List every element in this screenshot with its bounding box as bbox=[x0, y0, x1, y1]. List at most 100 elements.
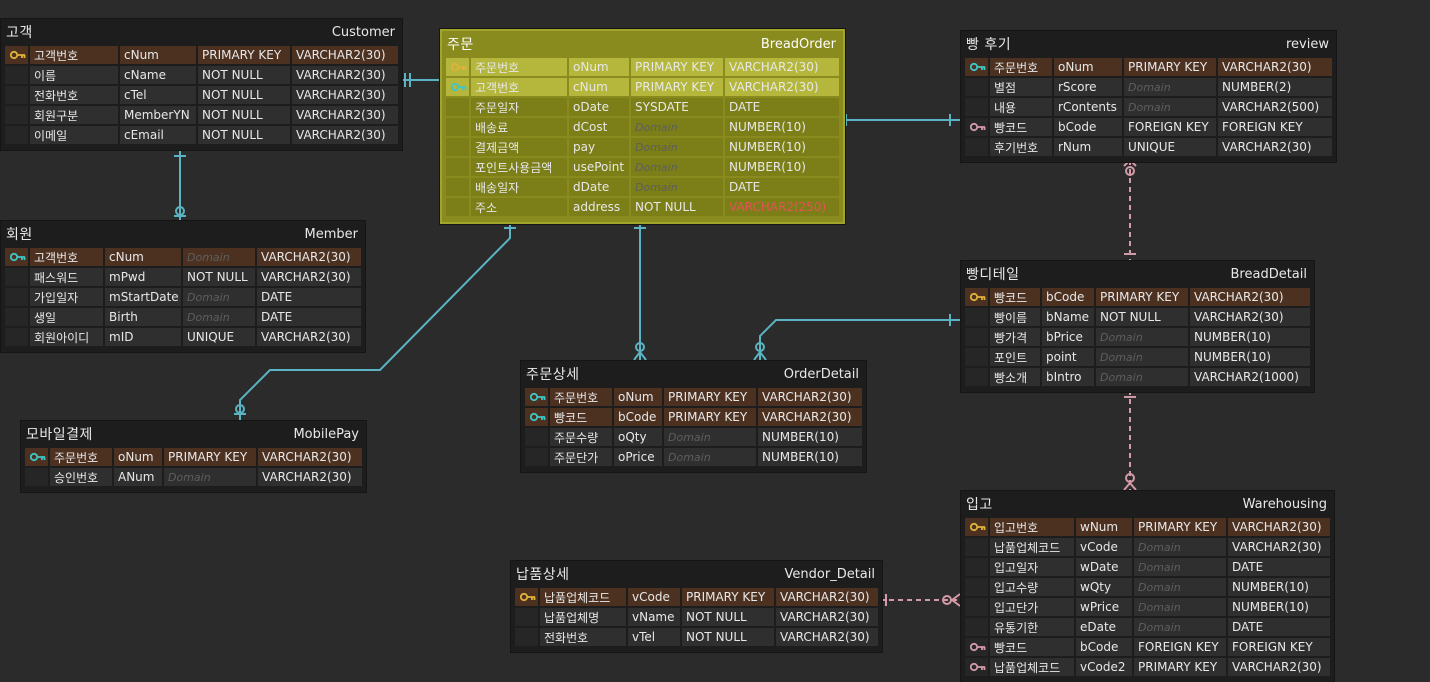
attribute-row[interactable]: 주소 address NOT NULL VARCHAR2(250) bbox=[445, 197, 840, 217]
attribute-row[interactable]: 후기번호 rNum UNIQUE VARCHAR2(30) bbox=[964, 137, 1333, 157]
attribute-row[interactable]: 회원구분 MemberYN NOT NULL VARCHAR2(30) bbox=[4, 105, 399, 125]
empty-key-cell bbox=[965, 538, 988, 556]
physical-name-cell: wQty bbox=[1076, 578, 1132, 596]
logical-name-cell-text: 빵가격 bbox=[994, 330, 1028, 345]
attribute-row[interactable]: 주문단가 oPrice Domain NUMBER(10) bbox=[524, 447, 863, 467]
entity-member[interactable]: 회원 Member 고객번호 cNum Domain VARCHAR2(30) 패스워드 mP… bbox=[1, 221, 365, 352]
datatype-cell-text: VARCHAR2(30) bbox=[1222, 140, 1312, 154]
datatype-cell: DATE bbox=[257, 308, 361, 326]
datatype-cell: VARCHAR2(30) bbox=[258, 468, 362, 486]
attribute-row[interactable]: 이름 cName NOT NULL VARCHAR2(30) bbox=[4, 65, 399, 85]
physical-name-cell-text: wPrice bbox=[1080, 600, 1120, 614]
attribute-row[interactable]: 빵이름 bName NOT NULL VARCHAR2(30) bbox=[964, 307, 1311, 327]
attribute-row[interactable]: 포인트 point Domain NUMBER(10) bbox=[964, 347, 1311, 367]
attribute-row[interactable]: 입고일자 wDate Domain DATE bbox=[964, 557, 1331, 577]
entity-header[interactable]: 빵 후기 review bbox=[964, 31, 1333, 57]
attribute-row[interactable]: 납품업체코드 vCode2 PRIMARY KEY VARCHAR2(30) bbox=[964, 657, 1331, 677]
attribute-row[interactable]: 생일 Birth Domain DATE bbox=[4, 307, 362, 327]
datatype-cell-text: VARCHAR2(30) bbox=[261, 330, 351, 344]
physical-name-cell: bCode bbox=[1042, 288, 1094, 306]
attribute-row[interactable]: 가입일자 mStartDate Domain DATE bbox=[4, 287, 362, 307]
logical-name-cell: 납품업체명 bbox=[540, 608, 626, 626]
constraint-cell: NOT NULL bbox=[198, 126, 290, 144]
entity-logical-name: 빵디테일 bbox=[966, 267, 1020, 283]
entity-customer[interactable]: 고객 Customer 고객번호 cNum PRIMARY KEY VARCHAR2(30… bbox=[1, 19, 402, 150]
primary-key-icon bbox=[5, 46, 28, 64]
attribute-row[interactable]: 전화번호 cTel NOT NULL VARCHAR2(30) bbox=[4, 85, 399, 105]
entity-warehousing[interactable]: 입고 Warehousing 입고번호 wNum PRIMARY KEY VARCHAR2… bbox=[961, 491, 1334, 682]
attribute-row[interactable]: 주문수량 oQty Domain NUMBER(10) bbox=[524, 427, 863, 447]
attribute-row[interactable]: 고객번호 cNum PRIMARY KEY VARCHAR2(30) bbox=[4, 45, 399, 65]
logical-name-cell: 주문번호 bbox=[550, 388, 612, 406]
constraint-cell: FOREIGN KEY bbox=[1124, 118, 1216, 136]
logical-name-cell-text: 전화번호 bbox=[34, 88, 79, 103]
attribute-row[interactable]: 승인번호 ANum Domain VARCHAR2(30) bbox=[24, 467, 363, 487]
logical-name-cell: 이메일 bbox=[30, 126, 118, 144]
entity-vendordetail[interactable]: 납품상세 Vendor_Detail 납품업체코드 vCode PRIMARY KEY V… bbox=[511, 561, 882, 652]
constraint-cell: NOT NULL bbox=[198, 106, 290, 124]
physical-name-cell-text: eDate bbox=[1080, 620, 1117, 634]
attribute-row[interactable]: 결제금액 pay Domain NUMBER(10) bbox=[445, 137, 840, 157]
logical-name-cell: 납품업체코드 bbox=[540, 588, 626, 606]
attribute-row[interactable]: 주문번호 oNum PRIMARY KEY VARCHAR2(30) bbox=[524, 387, 863, 407]
attribute-row[interactable]: 빵코드 bCode PRIMARY KEY VARCHAR2(30) bbox=[524, 407, 863, 427]
entity-header[interactable]: 모바일결제 MobilePay bbox=[24, 421, 363, 447]
attribute-row[interactable]: 주문번호 oNum PRIMARY KEY VARCHAR2(30) bbox=[445, 57, 840, 77]
entity-breaddetail[interactable]: 빵디테일 BreadDetail 빵코드 bCode PRIMARY KEY VARCHA… bbox=[961, 261, 1314, 392]
attribute-row[interactable]: 납품업체코드 vCode PRIMARY KEY VARCHAR2(30) bbox=[514, 587, 879, 607]
logical-name-cell-text: 주문번호 bbox=[554, 390, 599, 405]
attribute-row[interactable]: 주문일자 oDate SYSDATE DATE bbox=[445, 97, 840, 117]
constraint-cell-text: Domain bbox=[1100, 330, 1143, 344]
entity-header[interactable]: 빵디테일 BreadDetail bbox=[964, 261, 1311, 287]
attribute-row[interactable]: 입고단가 wPrice Domain NUMBER(10) bbox=[964, 597, 1331, 617]
attribute-row[interactable]: 주문번호 oNum PRIMARY KEY VARCHAR2(30) bbox=[24, 447, 363, 467]
attribute-row[interactable]: 내용 rContents Domain VARCHAR2(500) bbox=[964, 97, 1333, 117]
datatype-cell-text: VARCHAR2(30) bbox=[729, 60, 819, 74]
foreign-key-icon bbox=[965, 118, 988, 136]
datatype-cell: NUMBER(10) bbox=[725, 118, 839, 136]
physical-name-cell-text: vTel bbox=[632, 630, 656, 644]
attribute-row[interactable]: 입고번호 wNum PRIMARY KEY VARCHAR2(30) bbox=[964, 517, 1331, 537]
constraint-cell: PRIMARY KEY bbox=[164, 448, 256, 466]
attribute-row[interactable]: 별점 rScore Domain NUMBER(2) bbox=[964, 77, 1333, 97]
attribute-row[interactable]: 빵코드 bCode FOREIGN KEY FOREIGN KEY bbox=[964, 117, 1333, 137]
entity-header[interactable]: 주문 BreadOrder bbox=[445, 31, 840, 57]
attribute-row[interactable]: 납품업체코드 vCode Domain VARCHAR2(30) bbox=[964, 537, 1331, 557]
physical-name-cell-text: pay bbox=[573, 140, 596, 154]
entity-breadorder[interactable]: 주문 BreadOrder 주문번호 oNum PRIMARY KEY VARCHAR2(… bbox=[440, 29, 845, 224]
entity-header[interactable]: 입고 Warehousing bbox=[964, 491, 1331, 517]
attribute-row[interactable]: 회원아이디 mID UNIQUE VARCHAR2(30) bbox=[4, 327, 362, 347]
attribute-row[interactable]: 고객번호 cNum Domain VARCHAR2(30) bbox=[4, 247, 362, 267]
entity-header[interactable]: 납품상세 Vendor_Detail bbox=[514, 561, 879, 587]
entity-orderdetail[interactable]: 주문상세 OrderDetail 주문번호 oNum PRIMARY KEY VARCHA… bbox=[521, 361, 866, 472]
entity-header[interactable]: 주문상세 OrderDetail bbox=[524, 361, 863, 387]
attribute-row[interactable]: 빵소개 bIntro Domain VARCHAR2(1000) bbox=[964, 367, 1311, 387]
attribute-row[interactable]: 패스워드 mPwd NOT NULL VARCHAR2(30) bbox=[4, 267, 362, 287]
attribute-row[interactable]: 주문번호 oNum PRIMARY KEY VARCHAR2(30) bbox=[964, 57, 1333, 77]
attribute-row[interactable]: 빵코드 bCode PRIMARY KEY VARCHAR2(30) bbox=[964, 287, 1311, 307]
attribute-row[interactable]: 이메일 cEmail NOT NULL VARCHAR2(30) bbox=[4, 125, 399, 145]
attribute-row[interactable]: 입고수량 wQty Domain NUMBER(10) bbox=[964, 577, 1331, 597]
attribute-row[interactable]: 빵가격 bPrice Domain NUMBER(10) bbox=[964, 327, 1311, 347]
physical-name-cell: oNum bbox=[1054, 58, 1122, 76]
attribute-row[interactable]: 포인트사용금액 usePoint Domain NUMBER(10) bbox=[445, 157, 840, 177]
constraint-cell: Domain bbox=[631, 178, 723, 196]
empty-key-cell bbox=[446, 98, 469, 116]
logical-name-cell-text: 주문번호 bbox=[54, 450, 99, 465]
constraint-cell: NOT NULL bbox=[682, 608, 774, 626]
attribute-row[interactable]: 유통기한 eDate Domain DATE bbox=[964, 617, 1331, 637]
constraint-cell-text: PRIMARY KEY bbox=[686, 590, 766, 604]
entity-header[interactable]: 고객 Customer bbox=[4, 19, 399, 45]
entity-review[interactable]: 빵 후기 review 주문번호 oNum PRIMARY KEY VARCHAR2(30… bbox=[961, 31, 1336, 162]
constraint-cell: Domain bbox=[1134, 538, 1226, 556]
attribute-row[interactable]: 배송일자 dDate Domain DATE bbox=[445, 177, 840, 197]
datatype-cell-text: VARCHAR2(30) bbox=[296, 88, 386, 102]
attribute-row[interactable]: 고객번호 cNum PRIMARY KEY VARCHAR2(30) bbox=[445, 77, 840, 97]
attribute-row[interactable]: 빵코드 bCode FOREIGN KEY FOREIGN KEY bbox=[964, 637, 1331, 657]
logical-name-cell: 빵코드 bbox=[990, 118, 1052, 136]
attribute-row[interactable]: 전화번호 vTel NOT NULL VARCHAR2(30) bbox=[514, 627, 879, 647]
entity-header[interactable]: 회원 Member bbox=[4, 221, 362, 247]
attribute-row[interactable]: 납품업체명 vName NOT NULL VARCHAR2(30) bbox=[514, 607, 879, 627]
attribute-row[interactable]: 배송료 dCost Domain NUMBER(10) bbox=[445, 117, 840, 137]
entity-mobilepay[interactable]: 모바일결제 MobilePay 주문번호 oNum PRIMARY KEY VARCHAR… bbox=[21, 421, 366, 492]
